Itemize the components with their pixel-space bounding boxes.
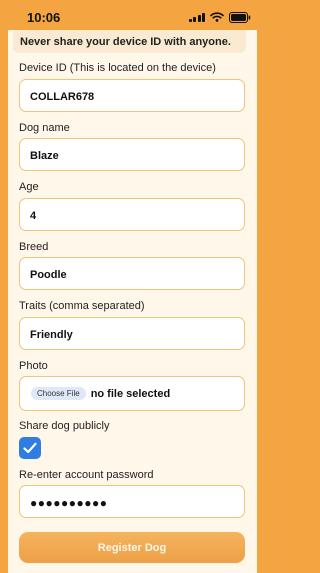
breed-input[interactable]: Poodle [19, 257, 245, 290]
status-time: 10:06 [27, 10, 61, 25]
device-id-notice: Never share your device ID with anyone. [13, 30, 246, 53]
status-icons [188, 11, 252, 23]
breed-label: Breed [19, 241, 49, 253]
share-publicly-label: Share dog publicly [19, 420, 110, 432]
register-dog-form: Never share your device ID with anyone. … [8, 30, 257, 573]
checkmark-icon [23, 442, 37, 454]
dog-name-input[interactable]: Blaze [19, 138, 245, 171]
file-status: no file selected [90, 387, 171, 400]
choose-file-button[interactable]: Choose File [31, 387, 86, 400]
photo-label: Photo [19, 360, 48, 372]
share-publicly-checkbox[interactable] [19, 437, 41, 459]
battery-icon [229, 11, 251, 23]
password-label: Re-enter account password [19, 469, 154, 481]
age-label: Age [19, 181, 39, 193]
traits-label: Traits (comma separated) [19, 300, 145, 312]
traits-input[interactable]: Friendly [19, 317, 245, 350]
device-id-label: Device ID (This is located on the device… [19, 62, 216, 74]
dog-name-label: Dog name [19, 122, 70, 134]
cellular-signal-icon [188, 12, 205, 22]
photo-file-input[interactable]: Choose File no file selected [19, 376, 245, 411]
device-id-input[interactable]: COLLAR678 [19, 79, 245, 112]
status-bar: 10:06 [0, 0, 265, 30]
wifi-icon [210, 12, 224, 22]
age-input[interactable]: 4 [19, 198, 245, 231]
password-input[interactable]: ●●●●●●●●●● [19, 485, 245, 518]
register-dog-button[interactable]: Register Dog [19, 532, 245, 563]
